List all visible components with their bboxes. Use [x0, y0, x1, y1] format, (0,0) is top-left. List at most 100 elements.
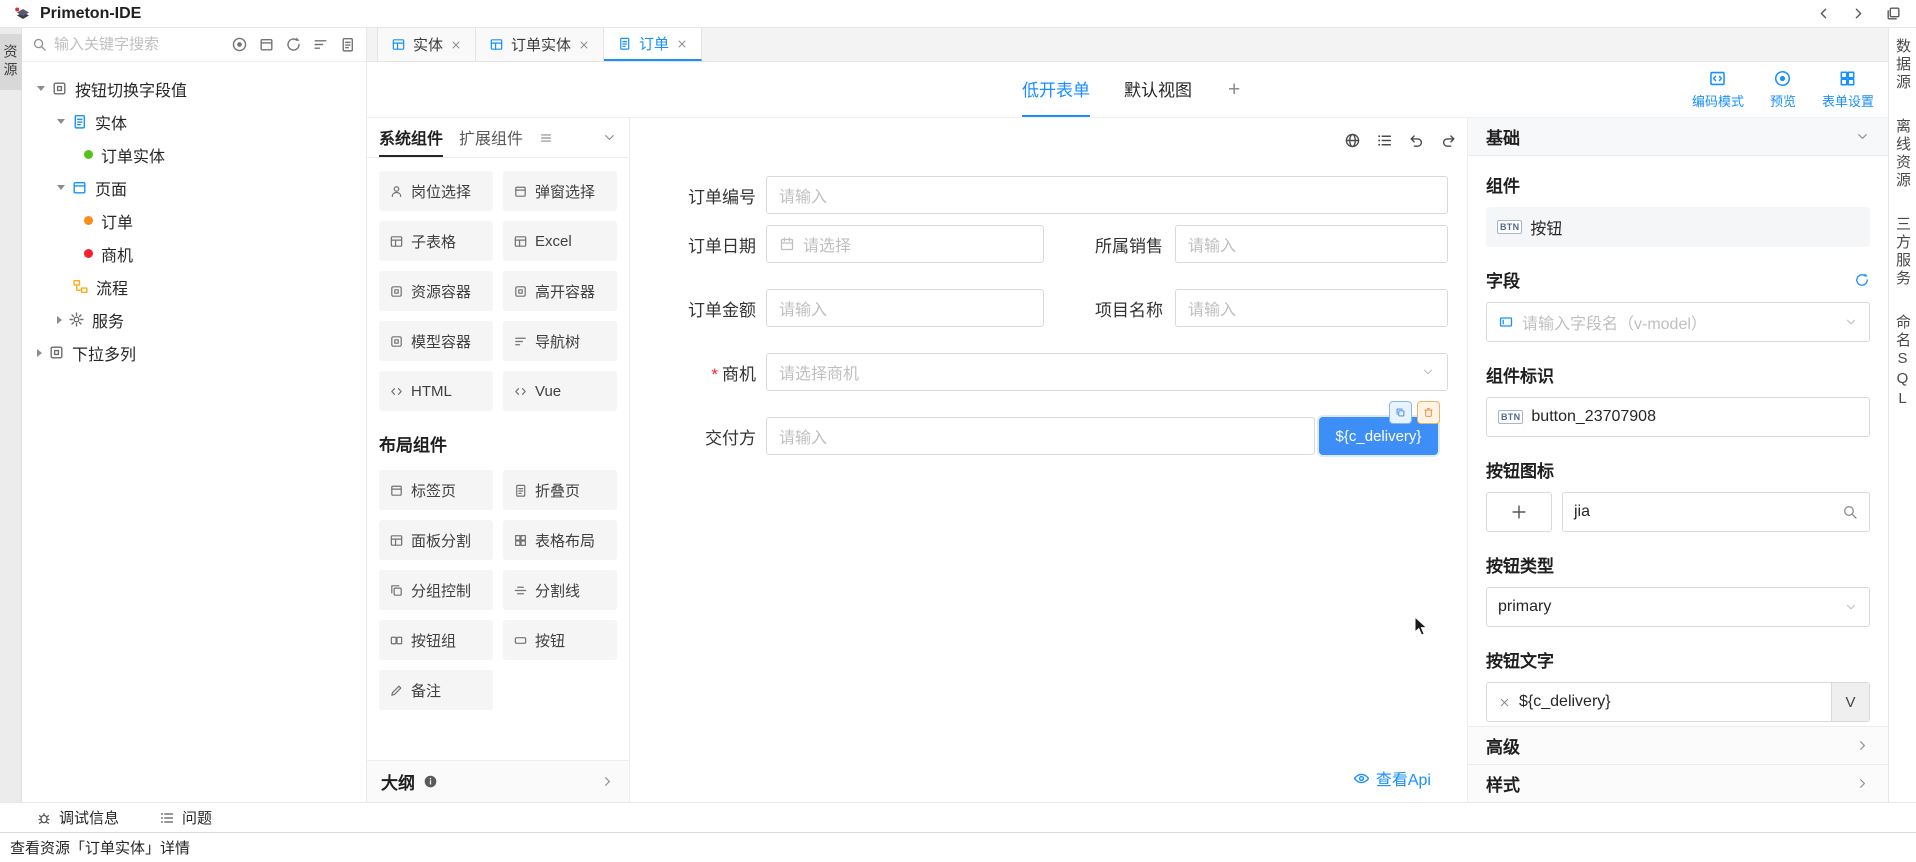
i18n-icon[interactable]	[1344, 132, 1361, 149]
sort-icon[interactable]	[312, 36, 329, 53]
rail-tab-named-sql[interactable]: 命名SQL	[1892, 314, 1913, 410]
tree-item-pages[interactable]: 页面	[22, 171, 366, 204]
tab-extension-components[interactable]: 扩展组件	[459, 118, 523, 157]
preview-button[interactable]: 预览	[1770, 69, 1796, 110]
button-text-input[interactable]: ${c_delivery} V	[1486, 682, 1870, 722]
palette-item-vue[interactable]: Vue	[503, 371, 617, 411]
palette-item-group-control[interactable]: 分组控制	[379, 570, 493, 610]
opportunity-select[interactable]: 请选择商机	[766, 353, 1448, 391]
palette-item-tabs[interactable]: 标签页	[379, 470, 493, 510]
view-tab-default-view[interactable]: 默认视图	[1124, 62, 1192, 117]
caret-down-icon[interactable]	[57, 119, 65, 124]
close-icon[interactable]	[676, 38, 688, 50]
redo-icon[interactable]	[1440, 132, 1457, 149]
refresh-icon[interactable]	[1854, 272, 1870, 288]
palette-item-table-layout[interactable]: 表格布局	[503, 520, 617, 560]
palette-item-button[interactable]: 按钮	[503, 620, 617, 660]
windows-layout-icon[interactable]	[1885, 5, 1902, 22]
palette-item-label: 分组控制	[411, 580, 471, 601]
menu-icon[interactable]	[539, 131, 553, 145]
delete-widget-button[interactable]	[1417, 401, 1440, 424]
back-icon[interactable]	[1815, 5, 1832, 22]
outline-footer[interactable]: 大纲	[367, 760, 629, 802]
tree-item-flow[interactable]: 流程	[22, 270, 366, 303]
chevron-down-icon[interactable]	[602, 130, 617, 145]
palette-item-button-group[interactable]: 按钮组	[379, 620, 493, 660]
palette-item-highcode-container[interactable]: 高开容器	[503, 271, 617, 311]
palette-item-collapse[interactable]: 折叠页	[503, 470, 617, 510]
close-icon[interactable]	[578, 39, 590, 51]
caret-right-icon[interactable]	[57, 316, 62, 324]
form-canvas[interactable]: 订单编号 请输入 订单日期 请选择 所属销售	[630, 118, 1467, 802]
refresh-icon[interactable]	[285, 36, 302, 53]
view-api-link[interactable]: 查看Api	[1353, 766, 1431, 790]
palette-item-model-container[interactable]: 模型容器	[379, 321, 493, 361]
clear-icon[interactable]	[1498, 696, 1511, 709]
section-style[interactable]: 样式	[1468, 764, 1888, 802]
doc-tab-entity[interactable]: 实体	[377, 28, 476, 61]
explorer-search-input[interactable]	[54, 36, 221, 53]
tab-system-components[interactable]: 系统组件	[379, 118, 443, 157]
variable-mode-badge[interactable]: V	[1831, 683, 1869, 721]
new-resource-icon[interactable]	[339, 36, 356, 53]
palette-item-resource-container[interactable]: 资源容器	[379, 271, 493, 311]
rail-tab-third-party-services[interactable]: 三方服务	[1892, 216, 1913, 288]
tree-item-dropdown-multi[interactable]: 下拉多列	[22, 336, 366, 369]
tree-item-root[interactable]: 按钮切换字段值	[22, 72, 366, 105]
undo-icon[interactable]	[1408, 132, 1425, 149]
palette-item-dialog-select[interactable]: 弹窗选择	[503, 171, 617, 211]
close-icon[interactable]	[450, 39, 462, 51]
icon-preview-button[interactable]	[1486, 492, 1552, 532]
chevron-right-icon[interactable]	[600, 774, 615, 789]
add-view-button[interactable]: +	[1228, 62, 1240, 117]
form-settings-button[interactable]: 表单设置	[1822, 69, 1874, 110]
search-icon[interactable]	[1842, 504, 1858, 520]
debug-info-button[interactable]: 调试信息	[36, 807, 119, 828]
amount-input[interactable]: 请输入	[766, 289, 1044, 327]
order-date-picker[interactable]: 请选择	[766, 225, 1044, 263]
component-id-input[interactable]: BTN button_23707908	[1486, 397, 1870, 437]
problems-button[interactable]: 问题	[159, 807, 212, 828]
section-basic[interactable]: 基础	[1468, 118, 1888, 156]
caret-right-icon[interactable]	[37, 349, 42, 357]
code-mode-button[interactable]: 编码模式	[1692, 69, 1744, 110]
palette-item-note[interactable]: 备注	[379, 670, 493, 710]
sales-input[interactable]: 请输入	[1175, 225, 1448, 263]
selected-delivery-button[interactable]: ${c_delivery}	[1319, 417, 1438, 455]
copy-widget-button[interactable]	[1389, 401, 1412, 424]
forward-icon[interactable]	[1850, 5, 1867, 22]
palette-item-position-select[interactable]: 岗位选择	[379, 171, 493, 211]
tree-item-order-page[interactable]: 订单	[22, 204, 366, 237]
tree-item-opportunity-page[interactable]: 商机	[22, 237, 366, 270]
layout-group-title: 布局组件	[379, 431, 617, 456]
order-no-input[interactable]: 请输入	[766, 176, 1448, 214]
field-select[interactable]: 请输入字段名（v-model）	[1486, 302, 1870, 342]
tree-item-entities[interactable]: 实体	[22, 105, 366, 138]
view-tab-lowcode-form[interactable]: 低开表单	[1022, 62, 1090, 117]
rail-tab-datasource[interactable]: 数据源	[1892, 38, 1913, 92]
caret-down-icon[interactable]	[37, 86, 45, 91]
palette-item-nav-tree[interactable]: 导航树	[503, 321, 617, 361]
collapse-all-icon[interactable]	[258, 36, 275, 53]
palette-item-html[interactable]: HTML	[379, 371, 493, 411]
delivery-input[interactable]: 请输入	[766, 417, 1315, 455]
doc-tab-order-entity[interactable]: 订单实体	[476, 28, 604, 61]
tree-item-order-entity[interactable]: 订单实体	[22, 138, 366, 171]
doc-tab-label: 订单	[639, 33, 669, 54]
palette-item-panel-split[interactable]: 面板分割	[379, 520, 493, 560]
rail-tab-offline-resources[interactable]: 离线资源	[1892, 118, 1913, 190]
palette-item-label: 面板分割	[411, 530, 471, 551]
project-name-input[interactable]: 请输入	[1175, 289, 1448, 327]
rail-tab-resources[interactable]: 资源	[0, 34, 23, 90]
icon-name-input[interactable]: jia	[1562, 492, 1870, 532]
palette-item-excel[interactable]: Excel	[503, 221, 617, 261]
tree-item-services[interactable]: 服务	[22, 303, 366, 336]
button-type-select[interactable]: primary	[1486, 587, 1870, 627]
palette-item-divider[interactable]: 分割线	[503, 570, 617, 610]
locate-icon[interactable]	[231, 36, 248, 53]
validate-list-icon[interactable]	[1376, 132, 1393, 149]
caret-down-icon[interactable]	[57, 185, 65, 190]
palette-item-subtable[interactable]: 子表格	[379, 221, 493, 261]
doc-tab-order[interactable]: 订单	[604, 28, 702, 61]
section-advanced[interactable]: 高级	[1468, 726, 1888, 764]
